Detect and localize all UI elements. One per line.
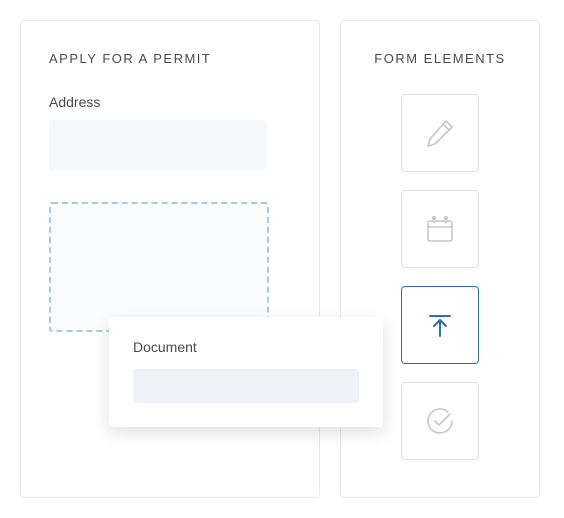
check-circle-icon xyxy=(422,403,458,439)
document-label: Document xyxy=(133,339,359,355)
upload-icon xyxy=(423,308,457,342)
form-builder-canvas: APPLY FOR A PERMIT Address Document xyxy=(20,20,320,498)
document-upload-field[interactable] xyxy=(133,369,359,403)
address-label: Address xyxy=(49,94,291,110)
form-title: APPLY FOR A PERMIT xyxy=(49,51,291,66)
element-file-upload[interactable] xyxy=(401,286,479,364)
pencil-icon xyxy=(423,116,457,150)
calendar-icon xyxy=(422,211,458,247)
form-dropzone[interactable] xyxy=(49,202,269,332)
element-date-picker[interactable] xyxy=(401,190,479,268)
dragged-element-card[interactable]: Document xyxy=(109,317,383,427)
element-checkbox[interactable] xyxy=(401,382,479,460)
address-input[interactable] xyxy=(49,120,267,170)
palette-title: FORM ELEMENTS xyxy=(369,51,511,66)
element-text-input[interactable] xyxy=(401,94,479,172)
